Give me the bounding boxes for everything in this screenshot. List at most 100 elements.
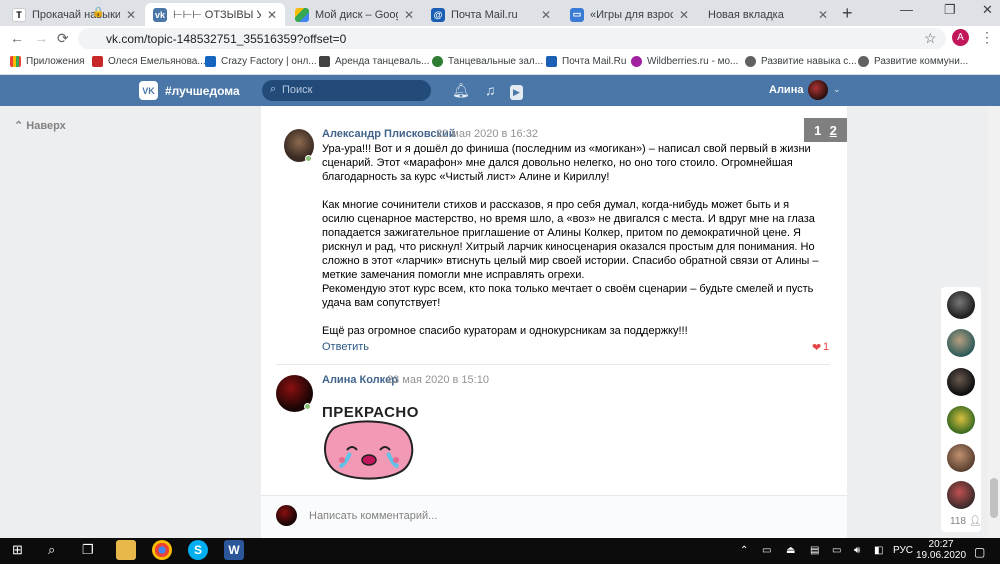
t-favicon-icon: T xyxy=(12,7,26,22)
minimize-icon[interactable]: — xyxy=(900,2,913,17)
globe-icon xyxy=(858,56,869,67)
chrome-icon[interactable] xyxy=(152,540,172,560)
site-favicon-icon xyxy=(92,56,103,67)
maximize-icon[interactable]: ❐ xyxy=(944,2,956,18)
word-icon[interactable]: W xyxy=(224,540,244,560)
tab-otzyvy[interactable]: vk ⊢⊢⊢ ОТЗЫВЫ УЧАСТ ✕ xyxy=(145,3,285,26)
system-clock[interactable]: 20:27 19.06.2020 xyxy=(916,539,966,561)
vk-user-name[interactable]: Алина xyxy=(769,84,803,96)
menu-kebab-icon[interactable]: ⋮ xyxy=(980,29,994,46)
comment-date[interactable]: 22 мая 2020 в 16:32 xyxy=(436,128,538,140)
close-icon[interactable]: ✕ xyxy=(541,8,551,22)
friend-avatar[interactable] xyxy=(947,481,975,509)
vk-logo-icon[interactable]: VK xyxy=(139,81,158,100)
close-icon[interactable]: ✕ xyxy=(818,8,828,22)
online-indicator xyxy=(305,155,312,162)
page-link-2[interactable]: 2 xyxy=(830,123,837,138)
tab-new[interactable]: Новая вкладка ✕ xyxy=(700,3,836,26)
like-count: 1 xyxy=(823,341,830,353)
reply-button[interactable]: Ответить xyxy=(322,341,369,353)
tab-mail[interactable]: @ Почта Mail.ru ✕ xyxy=(423,3,559,26)
friend-avatar[interactable] xyxy=(947,444,975,472)
vk-brand-tag[interactable]: #лучшедома xyxy=(165,84,240,98)
bookmark-razvitie-1[interactable]: Развитие навыка с... xyxy=(745,56,857,67)
volume-icon[interactable]: 🔊︎ xyxy=(854,545,860,556)
forward-arrow-icon[interactable]: → xyxy=(34,30,48,46)
page-link-1[interactable]: 1 xyxy=(814,123,821,138)
chevron-down-icon[interactable]: ⌄ xyxy=(833,84,841,95)
chevron-up-icon: ⌃ xyxy=(14,120,24,132)
pagination: 1 2 xyxy=(804,118,847,142)
globe-icon xyxy=(745,56,756,67)
keyboard-language[interactable]: РУС xyxy=(893,545,913,556)
comment-paragraph: Рекомендую этот курс всем, кто пока толь… xyxy=(322,283,814,309)
tray-chevron-up-icon[interactable]: ⌃ xyxy=(740,545,748,556)
user-avatar[interactable] xyxy=(808,80,828,100)
vk-search-placeholder: Поиск xyxy=(282,84,313,96)
divider xyxy=(276,364,830,365)
drive-favicon-icon xyxy=(295,7,309,22)
online-indicator xyxy=(304,403,311,410)
mail-favicon-icon: @ xyxy=(431,7,445,22)
tray-usb-icon[interactable]: ⏏ xyxy=(786,545,795,556)
video-play-icon[interactable]: ▶ xyxy=(510,85,523,100)
comment-paragraph: Ура-ура!!! Вот и я дошёл до финиша (посл… xyxy=(322,143,811,183)
battery-icon[interactable]: ▭ xyxy=(832,545,841,556)
window-close-icon[interactable]: ✕ xyxy=(982,2,993,18)
heart-icon[interactable]: ❤ xyxy=(812,341,821,354)
lock-icon: 🔒 xyxy=(92,7,105,18)
comment-paragraph: Ещё раз огромное спасибо кураторам и одн… xyxy=(322,325,688,337)
profile-avatar[interactable]: A xyxy=(952,29,969,46)
windows-taskbar xyxy=(0,538,1000,564)
bookmark-apps[interactable]: Приложения xyxy=(10,56,85,67)
friend-avatar[interactable] xyxy=(947,329,975,357)
chat-favicon-icon: ▭ xyxy=(570,7,584,22)
browser-tab-strip: T Прокачай навыки ред ✕ vk ⊢⊢⊢ ОТЗЫВЫ УЧ… xyxy=(0,0,1000,26)
bell-icon[interactable]: 🔔︎ xyxy=(452,82,470,99)
friend-avatar[interactable] xyxy=(947,291,975,319)
search-icon[interactable]: ⌕ xyxy=(48,542,55,558)
url-text[interactable]: vk.com/topic-148532751_35516359?offset=0 xyxy=(106,32,346,46)
close-icon[interactable]: ✕ xyxy=(404,8,414,22)
person-icon: 👤︎ xyxy=(968,516,982,527)
tray-app-icon[interactable]: ◧ xyxy=(874,545,883,556)
vk-favicon-icon: vk xyxy=(153,7,167,22)
tab-prokachai[interactable]: T Прокачай навыки ред ✕ xyxy=(4,3,144,26)
back-arrow-icon[interactable]: ← xyxy=(10,30,24,46)
windows-start-icon[interactable]: ⊞ xyxy=(12,542,23,558)
notifications-icon[interactable]: ▢ xyxy=(974,545,985,559)
music-icon[interactable]: ♫ xyxy=(485,82,496,98)
close-icon[interactable]: ✕ xyxy=(267,8,277,22)
tab-igry[interactable]: ▭ «Игры для взрослых» ✕ xyxy=(562,3,697,26)
network-icon[interactable]: ▤ xyxy=(810,545,819,556)
skype-icon[interactable]: S xyxy=(188,540,208,560)
bookmark-mail[interactable]: Почта Mail.Ru xyxy=(546,56,626,67)
new-tab-button[interactable]: + xyxy=(842,3,853,24)
reload-icon[interactable]: ⟳ xyxy=(57,30,69,47)
comment-input[interactable]: Написать комментарий... xyxy=(309,510,437,522)
bookmark-star-icon[interactable]: ☆ xyxy=(924,30,937,47)
scrollbar-thumb[interactable] xyxy=(990,478,998,518)
page-scrollbar[interactable] xyxy=(988,106,1000,538)
crying-blob-sticker xyxy=(324,420,414,480)
bookmark-crazy-factory[interactable]: Crazy Factory | онл... xyxy=(205,56,317,67)
apps-grid-icon xyxy=(10,56,21,67)
scroll-to-top-link[interactable]: ⌃ Наверх xyxy=(14,119,66,132)
bookmark-olesya[interactable]: Олеся Емельянова... xyxy=(92,56,206,67)
tray-app-icon[interactable]: ▭ xyxy=(762,545,771,556)
close-icon[interactable]: ✕ xyxy=(679,8,689,22)
bookmark-tanc-zal[interactable]: Танцевальные зал... xyxy=(432,56,543,67)
bookmark-wildberries[interactable]: Wildberries.ru - мо... xyxy=(631,56,738,67)
close-icon[interactable]: ✕ xyxy=(126,8,136,22)
bookmark-razvitie-2[interactable]: Развитие коммуни... xyxy=(858,56,968,67)
wildberries-favicon-icon xyxy=(631,56,642,67)
comment-date[interactable]: 23 мая 2020 в 15:10 xyxy=(387,374,489,386)
comment-paragraph: Как многие сочинители стихов и рассказов… xyxy=(322,199,819,281)
task-view-icon[interactable]: ❐ xyxy=(82,542,94,558)
bookmark-arenda[interactable]: Аренда танцеваль... xyxy=(319,56,429,67)
friend-avatar[interactable] xyxy=(947,368,975,396)
tab-google-drive[interactable]: Мой диск – Google Ди ✕ xyxy=(287,3,422,26)
friends-online-count[interactable]: 118 👤︎ xyxy=(950,516,981,527)
friend-avatar[interactable] xyxy=(947,406,975,434)
file-explorer-icon[interactable] xyxy=(116,540,136,560)
